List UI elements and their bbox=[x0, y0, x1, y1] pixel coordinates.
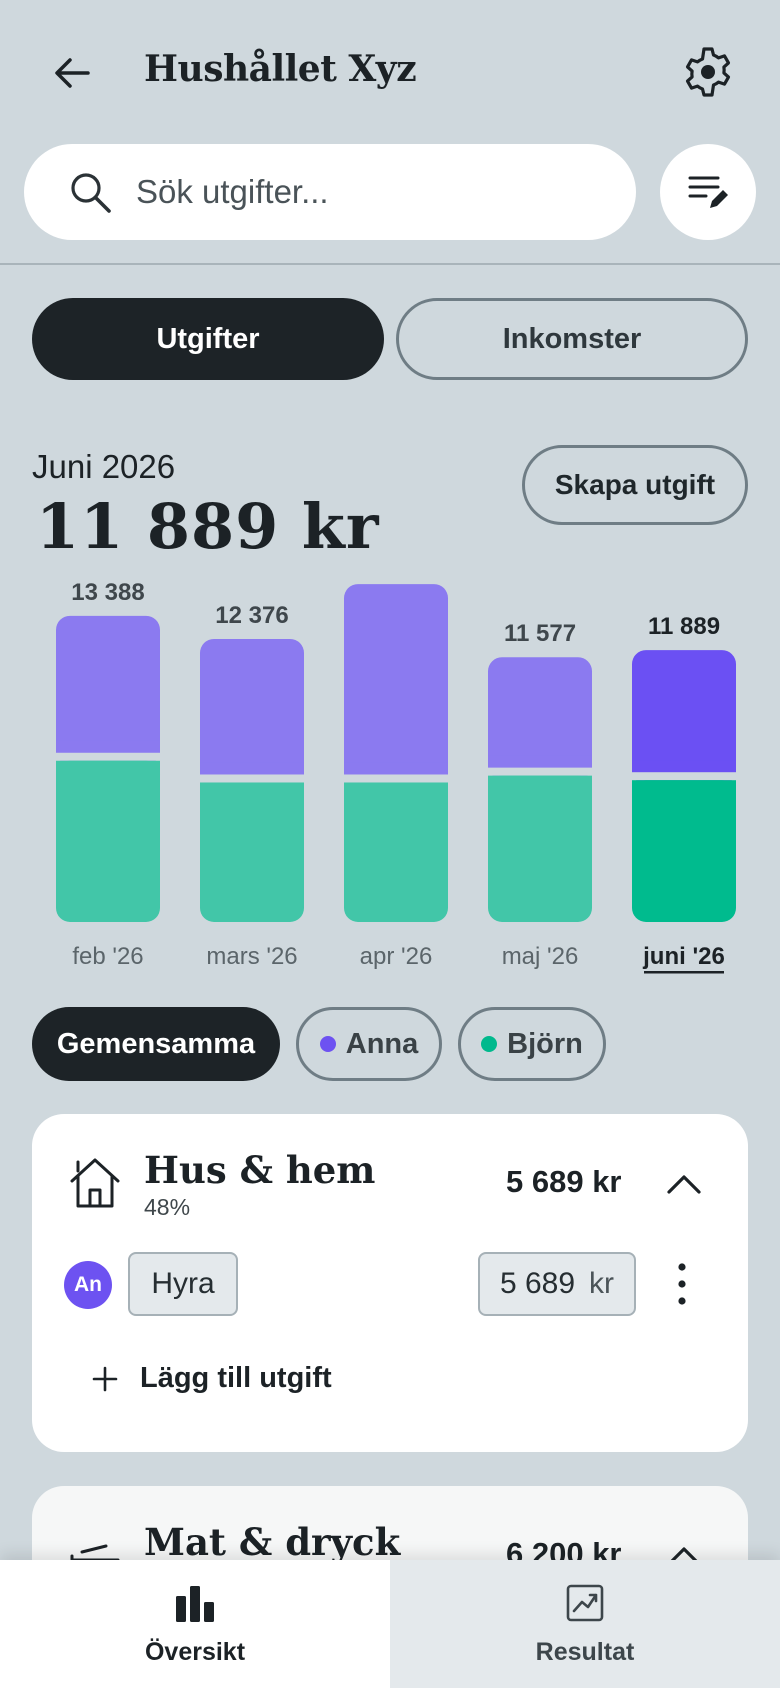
bar-total-label-0: 13 388 bbox=[71, 580, 144, 606]
house-icon bbox=[70, 1158, 120, 1208]
expense-amount-value: 5 689 bbox=[499, 1267, 576, 1300]
bar-anna-2[interactable] bbox=[344, 584, 448, 787]
category-percent: 48% bbox=[144, 1194, 191, 1220]
bar-bjorn-edge-1 bbox=[200, 782, 304, 797]
bar-anna-edge-3 bbox=[488, 755, 592, 768]
month-total: 11 889 kr bbox=[36, 490, 380, 563]
category-name: Hus & hem bbox=[144, 1148, 376, 1192]
bar-category-label-4[interactable]: juni '26 bbox=[642, 943, 725, 970]
header-divider bbox=[0, 263, 780, 265]
bar-anna-edge-2 bbox=[344, 762, 448, 775]
expense-name-field[interactable]: Hyra bbox=[128, 1252, 238, 1316]
filter-chip-anna-label: Anna bbox=[345, 1027, 419, 1060]
tab-expenses[interactable]: Utgifter bbox=[32, 298, 384, 380]
bar-anna-edge-1 bbox=[200, 762, 304, 775]
bar-category-label-3[interactable]: maj '26 bbox=[502, 943, 579, 970]
nav-results-label: Resultat bbox=[535, 1638, 635, 1666]
bar-chart-icon bbox=[176, 1586, 214, 1622]
create-expense-button[interactable]: Skapa utgift bbox=[522, 445, 748, 525]
edit-filter-button[interactable] bbox=[660, 144, 756, 240]
month-label: Juni 2026 bbox=[32, 448, 176, 485]
chevron-up-icon[interactable] bbox=[666, 1172, 702, 1196]
filter-chip-bjorn[interactable]: Björn bbox=[458, 1007, 606, 1081]
bar-category-label-2[interactable]: apr '26 bbox=[360, 943, 433, 970]
bar-total-label-3: 11 577 bbox=[504, 620, 576, 647]
bottom-navigation: Översikt Resultat bbox=[0, 1560, 780, 1688]
more-options-icon[interactable] bbox=[676, 1262, 688, 1306]
bar-total-label-4: 11 889 bbox=[648, 613, 720, 640]
add-expense-label: Lägg till utgift bbox=[140, 1362, 332, 1394]
avatar: An bbox=[64, 1261, 112, 1309]
nav-results[interactable]: Resultat bbox=[390, 1560, 780, 1688]
add-expense-button[interactable]: Lägg till utgift bbox=[92, 1362, 332, 1395]
category-name: Mat & dryck bbox=[144, 1520, 401, 1564]
expense-amount-field[interactable]: 5 689 kr bbox=[478, 1252, 636, 1316]
filter-chip-bjorn-label: Björn bbox=[507, 1027, 583, 1060]
bar-bjorn-edge-3 bbox=[488, 775, 592, 790]
bar-category-label-1[interactable]: mars '26 bbox=[206, 943, 297, 970]
tab-income[interactable]: Inkomster bbox=[396, 298, 748, 380]
nav-overview-label: Översikt bbox=[144, 1638, 246, 1666]
filter-chip-shared[interactable]: Gemensamma bbox=[32, 1007, 280, 1081]
bar-bjorn-edge-0 bbox=[56, 760, 160, 775]
settings-gear-icon[interactable] bbox=[682, 46, 734, 98]
bar-bjorn-3[interactable] bbox=[488, 775, 592, 922]
category-card-house: Hus & hem 48% 5 689 kr An Hyra 5 689 kr … bbox=[32, 1114, 748, 1452]
bar-bjorn-2[interactable] bbox=[344, 782, 448, 922]
bar-bjorn-4[interactable] bbox=[632, 780, 736, 922]
bar-bjorn-edge-4 bbox=[632, 780, 736, 795]
anna-color-dot bbox=[319, 1036, 336, 1052]
search-bar[interactable]: Sök utgifter... bbox=[24, 144, 636, 240]
app-title: Hushållet Xyz bbox=[144, 48, 417, 90]
bar-bjorn-edge-2 bbox=[344, 782, 448, 797]
bar-bjorn-0[interactable] bbox=[56, 760, 160, 922]
list-edit-icon bbox=[688, 176, 728, 208]
bar-category-label-0[interactable]: feb '26 bbox=[72, 943, 143, 970]
plus-icon bbox=[92, 1366, 118, 1391]
top-bar: Hushållet Xyz bbox=[0, 0, 780, 140]
bar-anna-edge-4 bbox=[632, 760, 736, 773]
selected-month-underline bbox=[644, 971, 724, 974]
bar-bjorn-1[interactable] bbox=[200, 782, 304, 922]
category-amount: 5 689 kr bbox=[506, 1164, 622, 1199]
monthly-expense-chart: 13 388feb '2612 376mars '2614 776apr '26… bbox=[56, 580, 736, 974]
bar-total-label-1: 12 376 bbox=[215, 602, 288, 629]
nav-overview[interactable]: Översikt bbox=[0, 1560, 390, 1688]
filter-chip-anna[interactable]: Anna bbox=[296, 1007, 442, 1081]
bjorn-color-dot bbox=[481, 1036, 498, 1052]
search-placeholder[interactable]: Sök utgifter... bbox=[136, 173, 329, 211]
bar-anna-edge-0 bbox=[56, 740, 160, 753]
expense-amount-unit: kr bbox=[589, 1267, 615, 1300]
search-icon bbox=[71, 173, 111, 213]
back-arrow-icon[interactable] bbox=[48, 48, 98, 98]
trend-chart-icon bbox=[566, 1584, 604, 1622]
